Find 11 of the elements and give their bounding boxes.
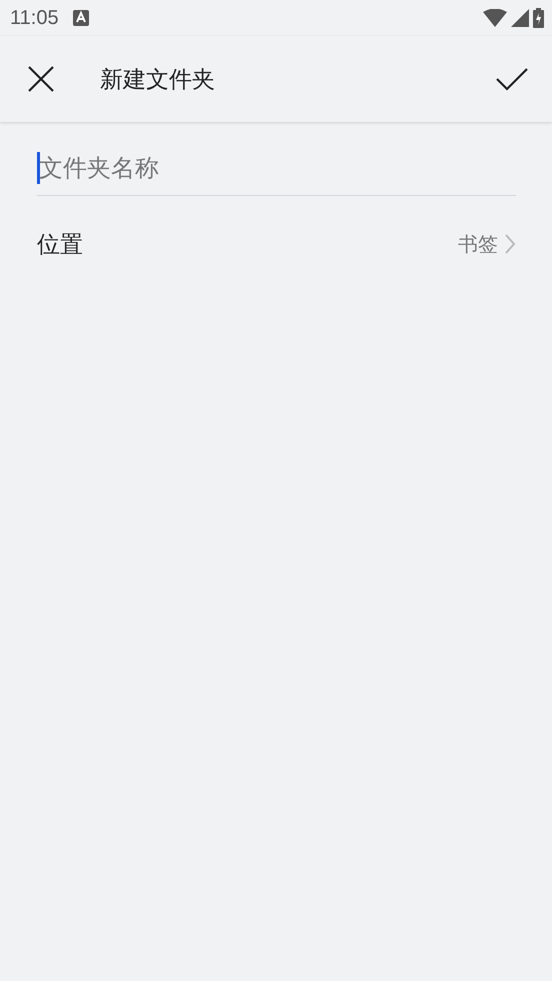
signal-icon xyxy=(511,9,529,27)
status-time: 11:05 xyxy=(10,6,59,30)
folder-name-field[interactable]: 文件夹名称 xyxy=(37,140,516,196)
wifi-icon xyxy=(483,9,507,27)
location-selector[interactable]: 书签 xyxy=(458,230,516,258)
battery-icon xyxy=(533,8,544,28)
page-title: 新建文件夹 xyxy=(100,66,216,94)
text-cursor xyxy=(37,152,40,184)
location-label: 位置 xyxy=(37,230,84,260)
notification-icon xyxy=(72,10,89,26)
chevron-right-icon xyxy=(504,233,516,255)
